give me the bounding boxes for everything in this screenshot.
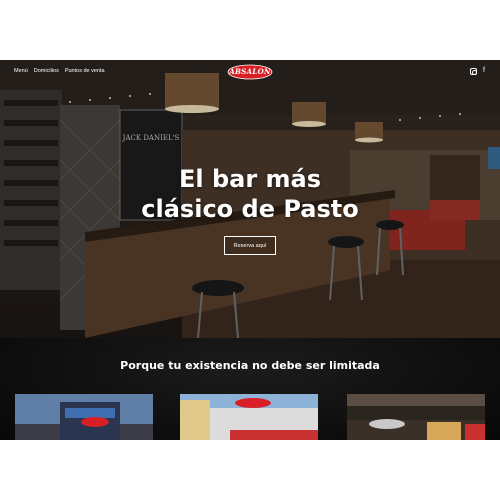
nav-item-domicilios[interactable]: Domicilios [34, 68, 59, 74]
nav-item-puntos-de-venta[interactable]: Puntos de venta [65, 68, 105, 74]
location-card-2[interactable] [180, 394, 318, 440]
headline-line-2: clásico de Pasto [141, 195, 359, 223]
main-nav: Menú Domicilios Puntos de venta [14, 68, 105, 74]
facebook-icon[interactable]: f [483, 67, 485, 75]
hero-section: JACK DANIEL'S Menú Domicilios Puntos de … [0, 60, 500, 338]
location-card-1[interactable] [15, 394, 153, 440]
social-links: f [470, 67, 485, 75]
location-photo-2 [180, 394, 318, 440]
location-card-3[interactable] [347, 394, 485, 440]
locations-section: Porque tu existencia no debe ser limitad… [0, 338, 500, 440]
nav-item-menu[interactable]: Menú [14, 68, 28, 74]
logo-text: ABSALON [229, 67, 271, 76]
location-photo-1 [15, 394, 153, 440]
location-photo-3 [347, 394, 485, 440]
reserve-button[interactable]: Reserva aquí [224, 236, 276, 255]
website-viewport: JACK DANIEL'S Menú Domicilios Puntos de … [0, 60, 500, 440]
section-tagline: Porque tu existencia no debe ser limitad… [120, 359, 380, 372]
hero-headline: El bar más clásico de Pasto [100, 164, 400, 224]
instagram-icon[interactable] [470, 67, 478, 75]
headline-line-1: El bar más [178, 165, 322, 193]
